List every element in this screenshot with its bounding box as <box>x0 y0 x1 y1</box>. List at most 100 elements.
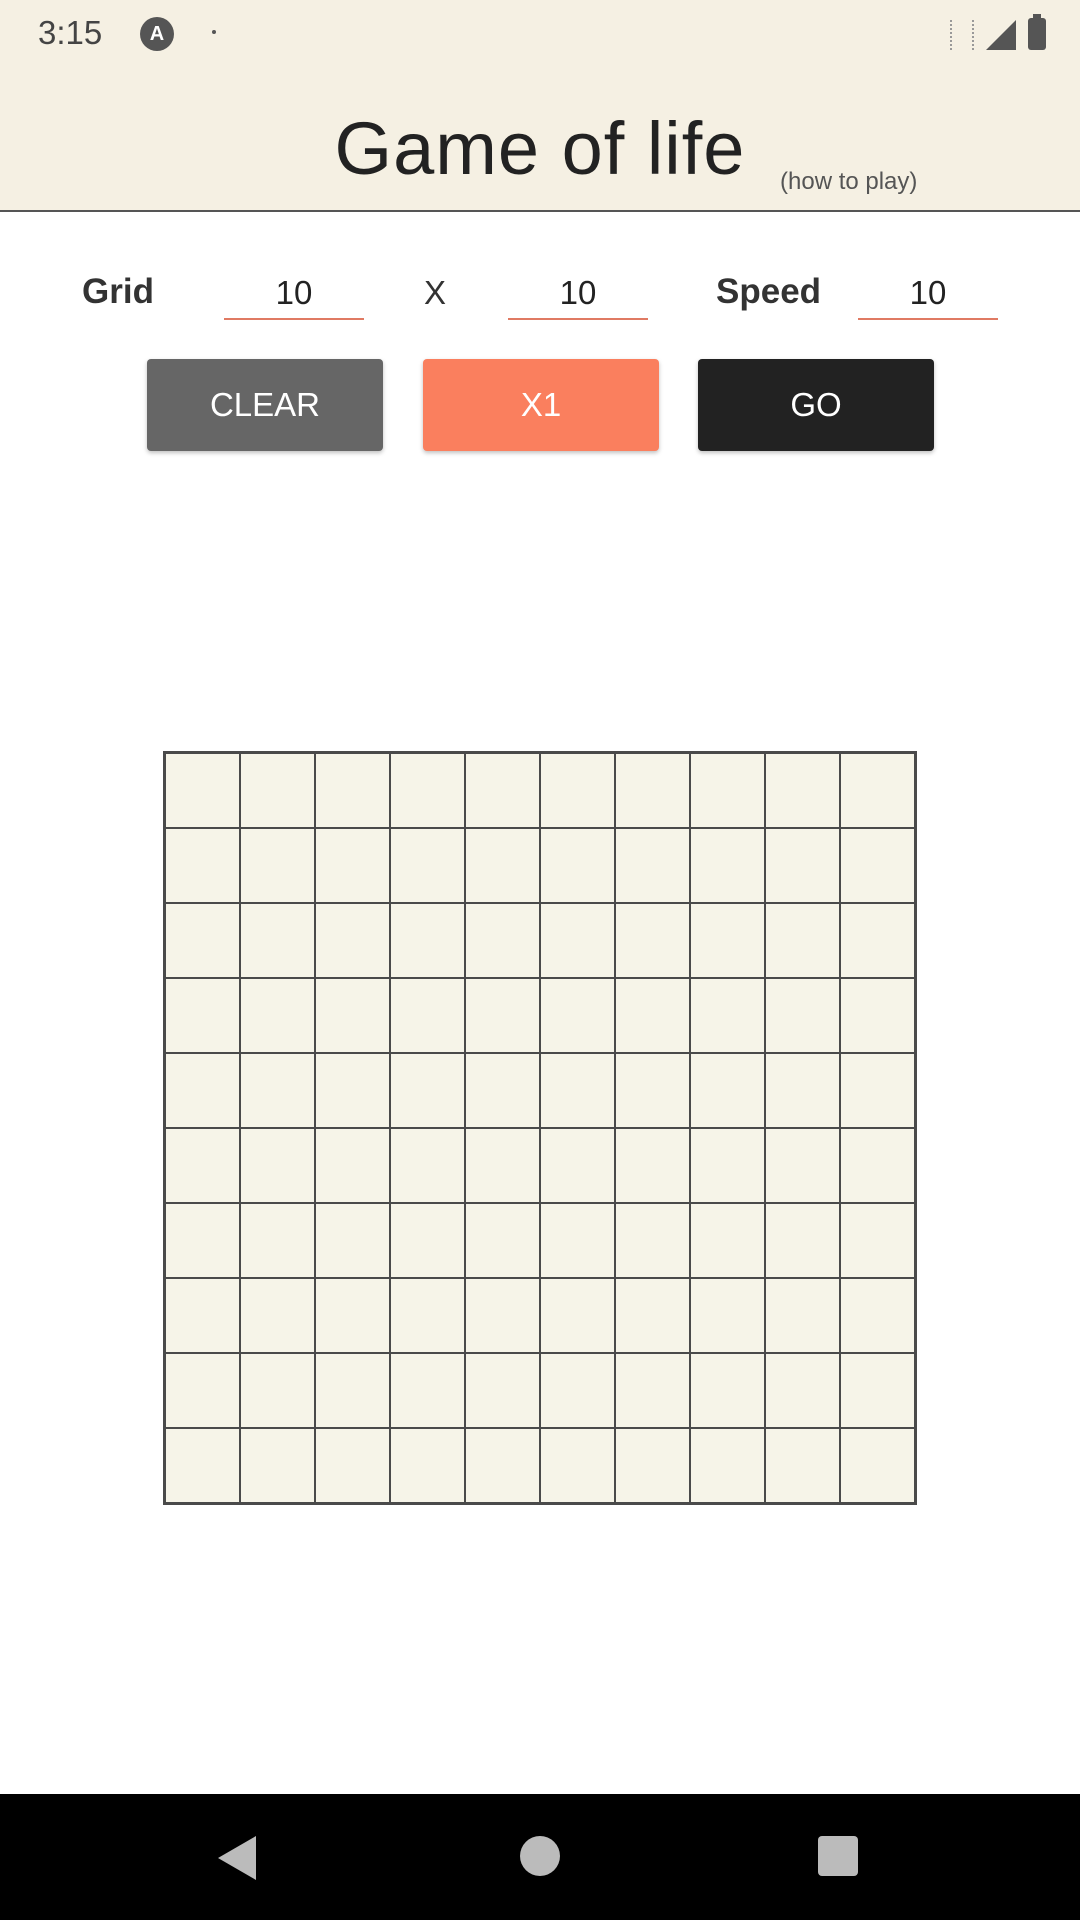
board-cell[interactable] <box>840 1353 915 1428</box>
board-cell[interactable] <box>840 828 915 903</box>
board-cell[interactable] <box>540 828 615 903</box>
board-cell[interactable] <box>165 1128 240 1203</box>
board-cell[interactable] <box>540 753 615 828</box>
board-cell[interactable] <box>690 903 765 978</box>
board-cell[interactable] <box>540 978 615 1053</box>
board-cell[interactable] <box>840 1053 915 1128</box>
board-cell[interactable] <box>390 1353 465 1428</box>
board-cell[interactable] <box>690 1128 765 1203</box>
board-cell[interactable] <box>465 903 540 978</box>
board-cell[interactable] <box>540 1128 615 1203</box>
board-cell[interactable] <box>315 1353 390 1428</box>
board-cell[interactable] <box>690 1053 765 1128</box>
board-cell[interactable] <box>615 903 690 978</box>
board-cell[interactable] <box>240 1053 315 1128</box>
speed-input[interactable] <box>858 268 998 320</box>
board-cell[interactable] <box>390 978 465 1053</box>
board-cell[interactable] <box>315 978 390 1053</box>
board-cell[interactable] <box>390 1203 465 1278</box>
board-cell[interactable] <box>240 1278 315 1353</box>
board-cell[interactable] <box>165 1278 240 1353</box>
board-cell[interactable] <box>840 1128 915 1203</box>
board-cell[interactable] <box>615 1278 690 1353</box>
board-cell[interactable] <box>390 1428 465 1503</box>
board-cell[interactable] <box>615 753 690 828</box>
board-cell[interactable] <box>465 1053 540 1128</box>
board-cell[interactable] <box>765 1278 840 1353</box>
board-cell[interactable] <box>765 978 840 1053</box>
board-cell[interactable] <box>390 903 465 978</box>
board-cell[interactable] <box>840 903 915 978</box>
board-cell[interactable] <box>615 978 690 1053</box>
grid-columns-input[interactable] <box>224 268 364 320</box>
board-cell[interactable] <box>165 1203 240 1278</box>
board-cell[interactable] <box>765 1203 840 1278</box>
board-cell[interactable] <box>240 1428 315 1503</box>
board-cell[interactable] <box>240 978 315 1053</box>
board-cell[interactable] <box>765 1353 840 1428</box>
step-x1-button[interactable]: X1 <box>423 359 659 451</box>
board-cell[interactable] <box>465 978 540 1053</box>
board-cell[interactable] <box>690 753 765 828</box>
board-cell[interactable] <box>165 1053 240 1128</box>
home-icon[interactable] <box>520 1836 560 1876</box>
board-cell[interactable] <box>840 1203 915 1278</box>
board-cell[interactable] <box>165 828 240 903</box>
board-cell[interactable] <box>840 1278 915 1353</box>
board-cell[interactable] <box>315 1428 390 1503</box>
board-cell[interactable] <box>540 1278 615 1353</box>
board-cell[interactable] <box>390 1128 465 1203</box>
board-cell[interactable] <box>465 1128 540 1203</box>
board-cell[interactable] <box>615 1053 690 1128</box>
board-cell[interactable] <box>165 903 240 978</box>
board-cell[interactable] <box>390 1053 465 1128</box>
board-cell[interactable] <box>540 1053 615 1128</box>
board-cell[interactable] <box>315 903 390 978</box>
board-cell[interactable] <box>690 978 765 1053</box>
board-cell[interactable] <box>540 1203 615 1278</box>
board-cell[interactable] <box>390 753 465 828</box>
board-cell[interactable] <box>240 1128 315 1203</box>
board-cell[interactable] <box>840 978 915 1053</box>
board-cell[interactable] <box>165 978 240 1053</box>
board-cell[interactable] <box>540 1353 615 1428</box>
board-cell[interactable] <box>390 828 465 903</box>
board-cell[interactable] <box>465 1428 540 1503</box>
board-cell[interactable] <box>315 753 390 828</box>
board-cell[interactable] <box>690 1203 765 1278</box>
board-cell[interactable] <box>390 1278 465 1353</box>
recent-apps-icon[interactable] <box>818 1836 858 1876</box>
board-cell[interactable] <box>315 1128 390 1203</box>
board-cell[interactable] <box>315 1278 390 1353</box>
board-cell[interactable] <box>240 753 315 828</box>
board-cell[interactable] <box>840 1428 915 1503</box>
board-cell[interactable] <box>240 828 315 903</box>
go-button[interactable]: GO <box>698 359 934 451</box>
board-cell[interactable] <box>165 753 240 828</box>
board-cell[interactable] <box>615 1353 690 1428</box>
board-cell[interactable] <box>765 1128 840 1203</box>
how-to-play-link[interactable]: (how to play) <box>780 168 917 196</box>
board-cell[interactable] <box>765 1053 840 1128</box>
board-cell[interactable] <box>690 1428 765 1503</box>
board-cell[interactable] <box>465 753 540 828</box>
back-icon[interactable] <box>218 1836 256 1880</box>
board-cell[interactable] <box>465 1278 540 1353</box>
board-cell[interactable] <box>465 1203 540 1278</box>
board-cell[interactable] <box>165 1428 240 1503</box>
board-cell[interactable] <box>465 828 540 903</box>
board-cell[interactable] <box>690 828 765 903</box>
board-cell[interactable] <box>615 1128 690 1203</box>
board-cell[interactable] <box>765 828 840 903</box>
board-cell[interactable] <box>765 1428 840 1503</box>
clear-button[interactable]: CLEAR <box>147 359 383 451</box>
board-cell[interactable] <box>240 1203 315 1278</box>
board-cell[interactable] <box>240 903 315 978</box>
board-cell[interactable] <box>765 753 840 828</box>
board-cell[interactable] <box>690 1353 765 1428</box>
board-cell[interactable] <box>465 1353 540 1428</box>
board-cell[interactable] <box>615 1428 690 1503</box>
board-cell[interactable] <box>765 903 840 978</box>
board-cell[interactable] <box>540 903 615 978</box>
board-cell[interactable] <box>240 1353 315 1428</box>
